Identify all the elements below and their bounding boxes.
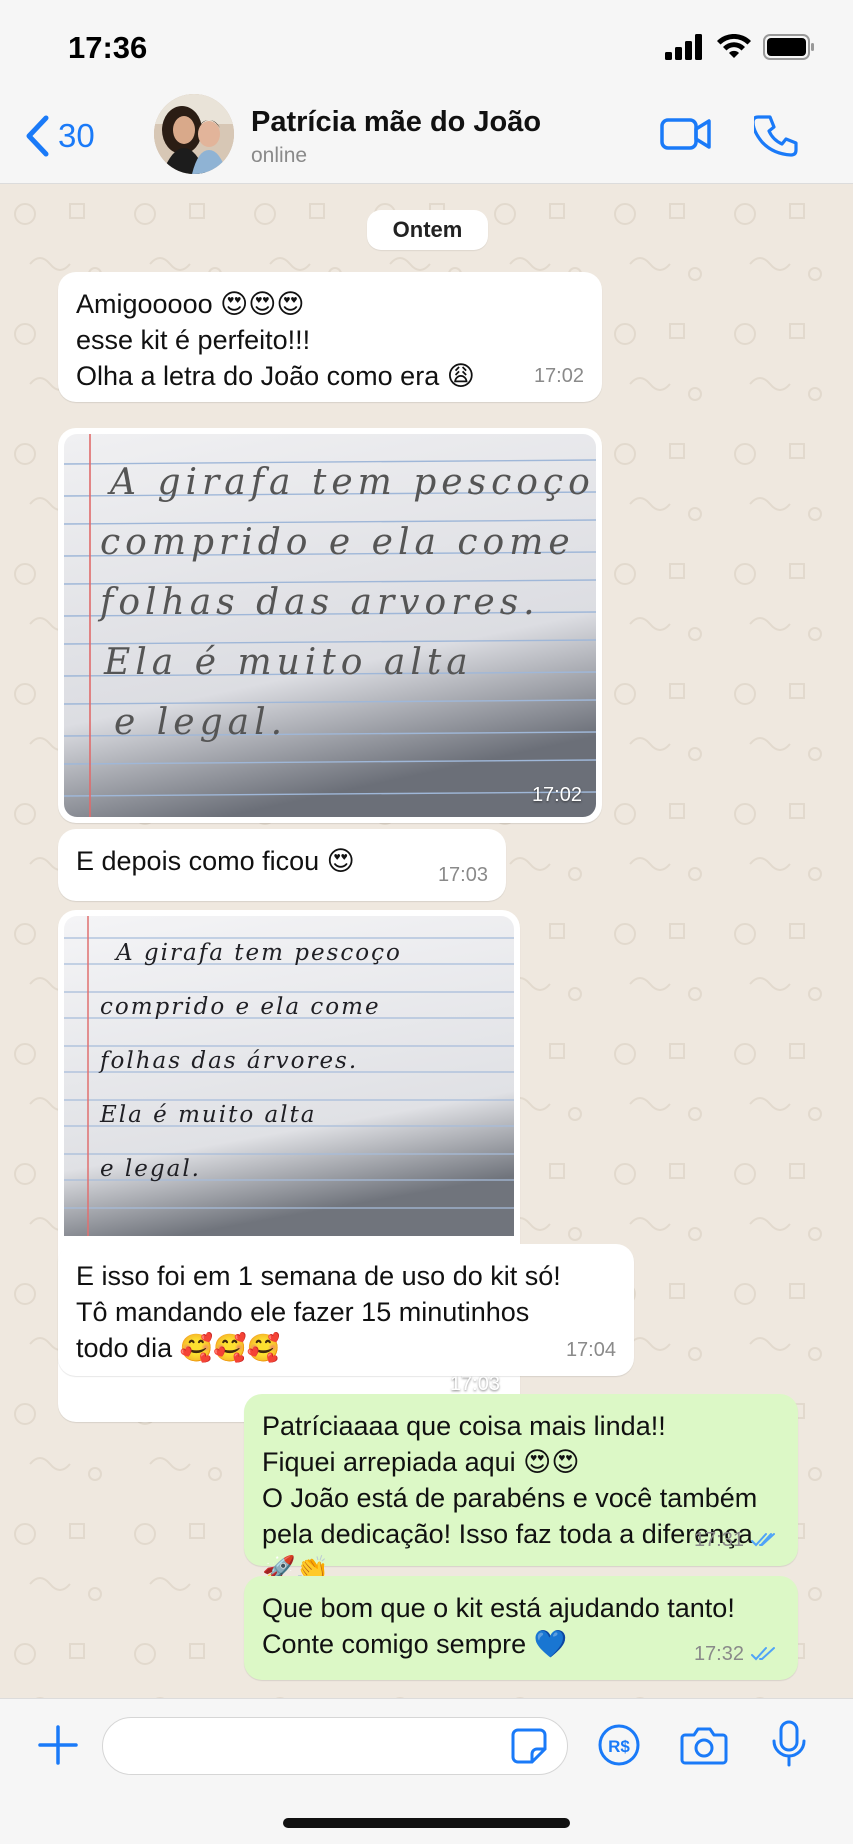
sticker-button[interactable]	[510, 1727, 548, 1770]
camera-button[interactable]	[680, 1723, 728, 1772]
contact-status: online	[251, 144, 308, 167]
message-outgoing[interactable]: Patríciaaaa que coisa mais linda!! Fique…	[244, 1394, 798, 1585]
microphone-icon	[772, 1720, 806, 1767]
message-time: 17:04	[565, 1339, 616, 1361]
chat-area[interactable]: Ontem Amigooooo 😍😍😍 esse kit é perfeito!…	[0, 184, 853, 1698]
video-camera-icon	[660, 118, 711, 150]
status-icons	[665, 34, 815, 60]
pix-real-icon: R$	[598, 1724, 640, 1766]
status-bar: 17:36	[0, 0, 853, 92]
handwriting-line: A girafa tem pescoço	[107, 462, 595, 503]
avatar-photo	[154, 94, 234, 174]
handwriting-line: e legal.	[114, 702, 287, 743]
message-text: E isso foi em 1 semana de uso do kit só!…	[76, 1261, 561, 1363]
status-time: 17:36	[68, 30, 148, 65]
camera-icon	[680, 1727, 728, 1765]
voice-message-button[interactable]	[770, 1719, 808, 1774]
message-input[interactable]	[102, 1717, 568, 1775]
wifi-icon	[717, 34, 751, 58]
svg-text:R$: R$	[608, 1737, 630, 1756]
video-call-button[interactable]	[660, 114, 712, 159]
message-outgoing[interactable]: Que bom que o kit está ajudando tanto! C…	[244, 1576, 798, 1680]
handwriting-line: comprido e ela come	[100, 522, 575, 563]
payment-button[interactable]: R$	[597, 1723, 641, 1772]
message-time: 17:31	[693, 1529, 744, 1551]
notebook-page: A girafa tem pescoço comprido e ela come…	[64, 916, 514, 1236]
avatar[interactable]	[154, 94, 234, 174]
image-message-incoming[interactable]: A girafa tem pescoço comprido e ela come…	[58, 428, 602, 823]
message-time: 17:03	[449, 1373, 500, 1395]
chat-header: 30 Patrícia mãe do João online	[0, 92, 853, 184]
message-text: Patríciaaaa que coisa mais linda!! Fique…	[262, 1411, 758, 1585]
message-incoming[interactable]: E isso foi em 1 semana de uso do kit só!…	[58, 1244, 634, 1376]
notebook-page: A girafa tem pescoço comprido e ela come…	[64, 434, 596, 817]
message-time: 17:02	[531, 784, 582, 806]
battery-icon	[763, 34, 814, 60]
date-separator: Ontem	[367, 210, 488, 250]
voice-call-button[interactable]	[751, 114, 800, 163]
message-text: Amigooooo 😍😍😍 esse kit é perfeito!!! Olh…	[76, 289, 475, 391]
message-time-status: 17:32	[694, 1636, 780, 1672]
handwriting-line: comprido e ela come	[100, 994, 381, 1020]
handwriting-line: folhas das árvores.	[98, 1048, 358, 1074]
phone-icon	[751, 115, 798, 157]
plus-icon	[38, 1725, 78, 1765]
handwriting-line: A girafa tem pescoço	[114, 940, 402, 966]
back-button[interactable]: 30	[24, 114, 95, 158]
unread-count: 30	[58, 117, 95, 154]
message-incoming[interactable]: E depois como ficou 😍 17:03	[58, 829, 506, 901]
handwriting-photo-before: A girafa tem pescoço comprido e ela come…	[64, 434, 596, 817]
message-incoming[interactable]: Amigooooo 😍😍😍 esse kit é perfeito!!! Olh…	[58, 272, 602, 402]
message-time: 17:02	[533, 365, 584, 387]
message-time: 17:03	[437, 864, 488, 886]
contact-name[interactable]: Patrícia mãe do João	[251, 106, 541, 139]
message-time: 17:32	[693, 1643, 744, 1665]
home-indicator[interactable]	[283, 1818, 570, 1828]
message-time-status: 17:31	[694, 1522, 780, 1558]
read-receipt-icon	[751, 1647, 775, 1661]
handwriting-line: Ela é muito alta	[103, 642, 473, 683]
read-receipt-icon	[751, 1533, 775, 1547]
handwriting-line: Ela é muito alta	[99, 1102, 317, 1128]
sticker-icon	[511, 1728, 547, 1764]
handwriting-line: folhas das arvores.	[97, 582, 540, 623]
attach-button[interactable]	[36, 1723, 80, 1772]
chevron-left-icon	[26, 115, 49, 157]
message-text: E depois como ficou 😍	[76, 846, 355, 876]
handwriting-line: e legal.	[100, 1156, 201, 1182]
cellular-signal-icon	[665, 34, 702, 60]
